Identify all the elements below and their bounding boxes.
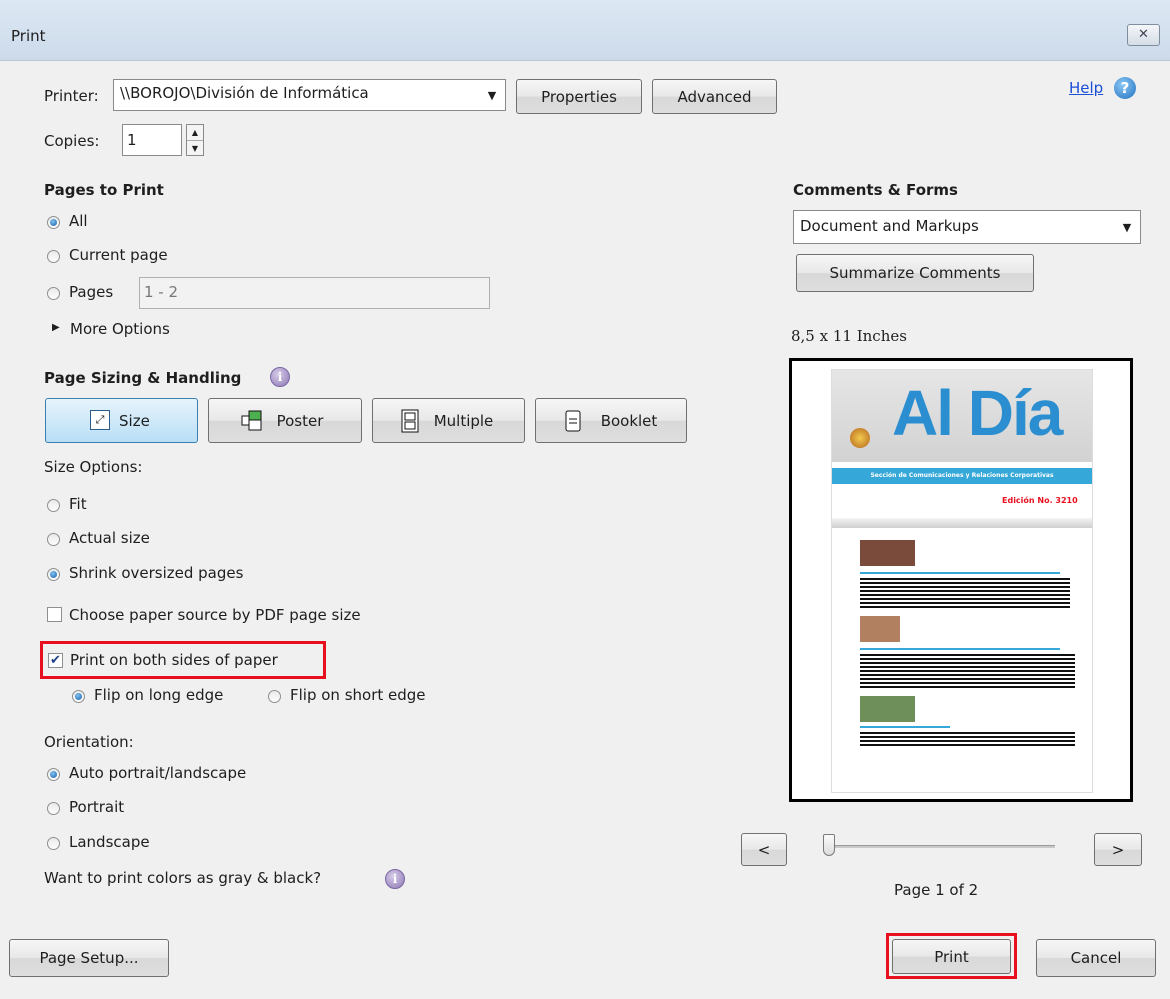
flip-short-label: Flip on short edge [290,686,426,704]
portrait-label: Portrait [69,798,125,816]
pages-range-input[interactable]: 1 - 2 [139,277,490,309]
comments-forms-value: Document and Markups [800,217,979,235]
both-sides-checkbox[interactable]: ✔ [48,653,63,668]
copies-input[interactable]: 1 [122,124,182,156]
thumb-photo-2 [860,616,900,642]
flip-long-label: Flip on long edge [94,686,224,704]
thumb-seal [850,428,870,448]
thumb-text-1 [860,578,1070,608]
properties-button[interactable]: Properties [516,79,642,114]
title-bar: Print ✕ [0,0,1170,61]
info-icon[interactable]: i [385,869,405,889]
info-icon[interactable]: i [270,367,290,387]
radio-current-page[interactable] [47,250,60,263]
thumb-text-2 [860,654,1075,688]
size-icon: ⤢ [90,410,110,430]
size-options-label: Size Options: [44,458,143,476]
multiple-icon [401,409,419,433]
thumb-rule [832,518,1092,528]
radio-portrait[interactable] [47,802,60,815]
radio-auto-orientation[interactable] [47,768,60,781]
tab-booklet-label: Booklet [600,411,658,430]
radio-all[interactable] [47,216,60,229]
previous-page-button[interactable]: < [741,833,787,866]
help-link[interactable]: Help [1069,79,1103,97]
paper-size-label: 8,5 x 11 Inches [791,327,907,345]
summarize-comments-button[interactable]: Summarize Comments [796,254,1034,292]
current-page-label: Current page [69,246,168,264]
copies-label: Copies: [44,132,100,150]
gray-question-label: Want to print colors as gray & black? [44,869,322,887]
tab-size-label: Size [119,411,150,430]
radio-fit[interactable] [47,499,60,512]
tab-booklet[interactable]: Booklet [535,398,687,443]
page-slider-track[interactable] [829,845,1055,848]
comments-forms-select[interactable]: Document and Markups ▼ [793,210,1141,244]
tab-multiple[interactable]: Multiple [372,398,525,443]
page-sizing-heading: Page Sizing & Handling [44,369,242,387]
pages-range-value: 1 - 2 [144,283,179,301]
thumb-photo-3 [860,696,915,722]
auto-orientation-label: Auto portrait/landscape [69,764,247,782]
radio-actual-size[interactable] [47,533,60,546]
help-icon[interactable]: ? [1114,77,1136,99]
chevron-up-icon[interactable]: ▲ [187,125,203,141]
orientation-label: Orientation: [44,733,134,751]
print-button[interactable]: Print [892,939,1011,974]
window-title: Print [11,27,46,45]
close-icon: ✕ [1138,27,1149,42]
tab-poster-label: Poster [276,411,324,430]
page-status: Page 1 of 2 [894,881,979,899]
printer-select[interactable]: \\BOROJO\División de Informática ▼ [113,79,506,111]
advanced-button[interactable]: Advanced [652,79,777,114]
expand-triangle-icon[interactable]: ▶ [52,322,60,333]
paper-source-checkbox[interactable] [47,607,62,622]
actual-size-label: Actual size [69,529,150,547]
tab-poster[interactable]: Poster [208,398,362,443]
thumb-headline-3 [860,726,950,728]
fit-label: Fit [69,495,87,513]
chevron-down-icon: ▼ [487,88,497,102]
radio-pages[interactable] [47,287,60,300]
printer-value: \\BOROJO\División de Informática [120,84,369,102]
close-button[interactable]: ✕ [1127,24,1160,46]
paper-source-label: Choose paper source by PDF page size [69,606,361,624]
tab-size[interactable]: ⤢ Size [45,398,198,443]
page-setup-button[interactable]: Page Setup... [9,939,169,977]
chevron-down-icon[interactable]: ▼ [187,141,203,156]
radio-landscape[interactable] [47,837,60,850]
thumb-headline-2 [860,648,1060,650]
page-thumbnail: Al Día Sección de Comunicaciones y Relac… [831,369,1093,793]
shrink-label: Shrink oversized pages [69,564,244,582]
tab-multiple-label: Multiple [433,411,494,430]
landscape-label: Landscape [69,833,150,851]
both-sides-label: Print on both sides of paper [70,651,278,669]
page-slider-thumb[interactable] [823,834,835,856]
chevron-down-icon: ▼ [1122,220,1132,234]
booklet-icon [565,410,581,432]
thumb-edition: Edición No. 3210 [1002,496,1078,505]
all-label: All [69,212,88,230]
cancel-button[interactable]: Cancel [1036,939,1156,977]
copies-stepper[interactable]: ▲ ▼ [186,124,204,156]
copies-value: 1 [127,131,137,149]
more-options-toggle[interactable]: More Options [70,320,170,338]
thumb-masthead: Al Día [892,377,1063,449]
pages-to-print-heading: Pages to Print [44,181,164,199]
thumb-banner: Sección de Comunicaciones y Relaciones C… [832,468,1092,484]
radio-flip-short-edge[interactable] [268,690,281,703]
poster-icon [241,410,263,432]
pages-label: Pages [69,283,114,301]
next-page-button[interactable]: > [1094,833,1142,866]
printer-label: Printer: [44,87,99,105]
radio-flip-long-edge[interactable] [72,690,85,703]
radio-shrink-oversized[interactable] [47,568,60,581]
comments-forms-heading: Comments & Forms [793,181,958,199]
thumb-text-3 [860,732,1075,746]
thumb-photo-1 [860,540,915,566]
thumb-headline-1 [860,572,1060,574]
